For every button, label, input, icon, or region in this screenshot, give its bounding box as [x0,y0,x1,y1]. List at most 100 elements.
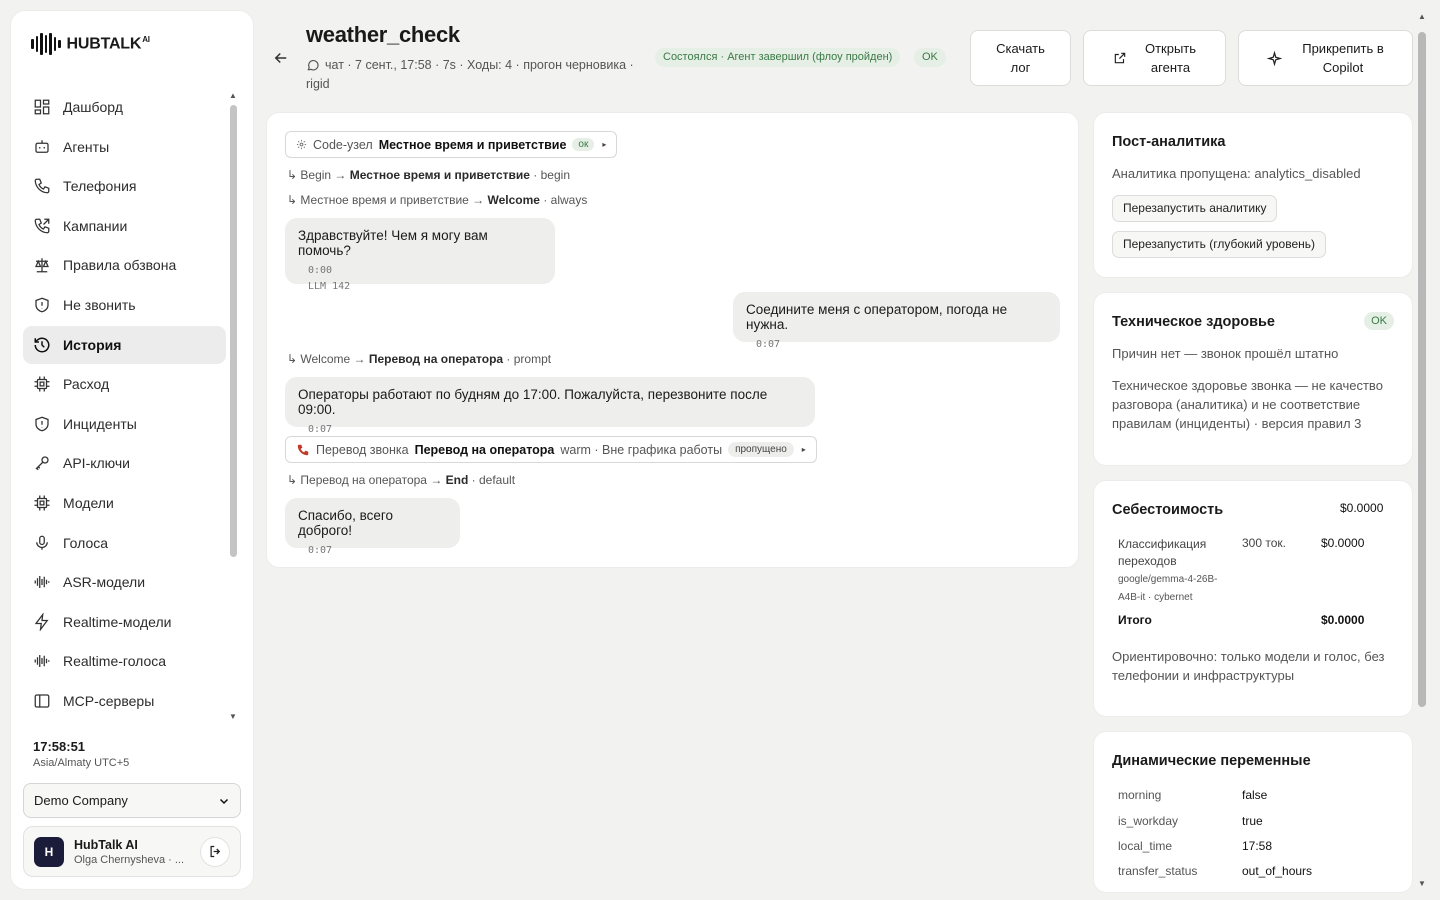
sidebar-item-label: Расход [63,376,110,393]
sidebar-item-dialing-rules[interactable]: Правила обзвона [23,246,226,284]
cost-item-value: $0.0000 [1321,536,1365,550]
scroll-down-arrow-icon[interactable]: ▼ [1418,879,1426,888]
sidebar-item-realtime-models[interactable]: Realtime-модели [23,603,226,641]
sidebar-item-api-keys[interactable]: API-ключи [23,444,226,482]
mic-icon [36,535,48,550]
variable-row: is_workday true [1118,814,1263,828]
shield-alert-icon [35,416,49,432]
sidebar: HUBTALKAI Дашборд Агенты Телефония Кампа… [11,11,253,889]
sidebar-item-asr-models[interactable]: ASR-модели [23,563,226,601]
download-log-button[interactable]: Скачать лог [970,30,1071,86]
message-timestamp: 0:07 [756,339,781,350]
chevron-down-icon [219,798,229,804]
cost-item-tokens: 300 ток. [1242,536,1286,550]
expand-triangle-icon[interactable]: ▸ [802,445,806,454]
sidebar-item-label: Дашборд [63,99,123,115]
logout-button[interactable] [200,836,230,867]
user-message: Соедините меня с оператором, погода не н… [733,292,1060,350]
variable-row: transfer_status out_of_hours [1118,864,1313,878]
message-timestamp: 0:00 LLM 142 [308,265,351,292]
sidebar-item-agents[interactable]: Агенты [23,128,226,166]
sidebar-item-voices[interactable]: Голоса [23,524,226,562]
cost-total-top: $0.0000 [1340,501,1384,515]
sidebar-item-dashboard[interactable]: Дашборд [23,88,226,126]
health-ok-badge: OK [1364,312,1394,330]
open-agent-button[interactable]: Открыть агента [1083,30,1226,86]
message-timestamp: 0:07 [308,545,333,556]
call-meta: чат · 7 сент., 17:58 · 7s · Ходы: 4 · пр… [306,56,651,94]
sidebar-item-usage[interactable]: Расход [23,365,226,403]
technical-health-panel: Техническое здоровье OK Причин нет — зво… [1094,293,1412,465]
history-icon [34,337,50,353]
analytics-status: Аналитика пропущена: analytics_disabled [1112,166,1361,181]
sidebar-item-label: API-ключи [63,455,130,472]
node-type: Code-узел [313,137,373,152]
cost-item-model: google/gemma-4-26B- A4B-it · cybernet [1118,574,1218,603]
rerun-analytics-button[interactable]: Перезапустить аналитику [1112,195,1278,222]
scroll-up-arrow-icon[interactable]: ▲ [229,91,237,100]
scroll-down-arrow-icon[interactable]: ▼ [229,712,237,721]
sidebar-item-mcp-servers[interactable]: MCP-серверы [23,682,226,720]
panel-title: Динамические переменные [1112,753,1311,769]
health-note: Техническое здоровье звонка — не качеств… [1112,378,1383,431]
company-select[interactable]: Demo Company [23,783,241,818]
dynamic-variables-panel: Динамические переменные morning false is_… [1094,732,1412,892]
ok-badge: OK [914,48,946,67]
user-card[interactable]: H HubTalk AI Olga Chernysheva · ... [23,826,241,877]
gear-icon [296,139,307,150]
waveform-icon [34,655,50,668]
pin-copilot-button[interactable]: Прикрепить в Copilot [1238,30,1413,86]
back-arrow-icon[interactable] [272,49,290,67]
variable-row: local_time 17:58 [1118,839,1273,853]
agent-message: Спасибо, всего доброго! 0:07 [285,498,460,556]
agent-message: Операторы работают по будням до 17:00. П… [285,377,815,435]
page-scrollbar[interactable]: ▲ ▼ [1418,12,1426,888]
message-text: Соедините меня с оператором, погода не н… [746,302,1008,332]
sidebar-item-do-not-call[interactable]: Не звонить [23,286,226,324]
sidebar-item-telephony[interactable]: Телефония [23,167,226,205]
rerun-deep-analytics-button[interactable]: Перезапустить (глубокий уровень) [1112,231,1326,258]
sidebar-item-label: Голоса [63,534,109,551]
code-node-chip[interactable]: Code-узел Местное время и приветствие ок… [285,131,618,158]
post-analytics-panel: Пост-аналитика Аналитика пропущена: anal… [1094,113,1412,277]
sidebar-item-label: MCP-серверы [63,692,155,709]
conversation-panel: Code-узел Местное время и приветствие ок… [267,113,1078,567]
sidebar-item-realtime-voices[interactable]: Realtime-голоса [23,642,226,680]
sidebar-item-incidents[interactable]: Инциденты [23,405,226,443]
node-detail: warm · Вне графика работы [560,442,723,457]
scrollbar-thumb[interactable] [1418,32,1426,707]
phone-icon [34,178,50,194]
sidebar-item-campaigns[interactable]: Кампании [23,207,226,245]
transition-line: ↳ Begin → Местное время и приветствие · … [287,168,570,182]
meta-mode: rigid [306,77,330,91]
node-type: Перевод звонка [316,442,409,457]
scroll-up-arrow-icon[interactable]: ▲ [1418,12,1426,21]
brand-logo[interactable]: HUBTALKAI [31,33,150,55]
agent-message: Здравствуйте! Чем я могу вам помочь? 0:0… [285,218,555,292]
waveform-icon [34,576,50,589]
sidebar-item-label: Не звонить [63,296,136,313]
sidebar-scrollbar[interactable]: ▲ ▼ [229,91,239,721]
scrollbar-thumb[interactable] [230,105,237,557]
node-status-badge: пропущено [728,442,794,457]
sidebar-item-history[interactable]: История [23,325,226,364]
sidebar-item-label: Инциденты [63,415,137,432]
key-icon [35,456,49,471]
sidebar-item-label: Агенты [63,138,110,155]
cost-total-label: Итого [1118,613,1152,627]
dashboard-icon [34,99,50,115]
variable-row: morning false [1118,788,1268,802]
status-badge: Состоялся · Агент завершил (флоу пройден… [655,48,901,67]
expand-triangle-icon[interactable]: ▸ [602,140,606,149]
sidebar-item-label: Телефония [63,178,137,195]
user-name: HubTalk AI [74,837,138,852]
panel-title: Техническое здоровье [1112,314,1275,330]
transfer-node-chip[interactable]: Перевод звонка Перевод на оператора warm… [285,436,817,463]
sparkle-icon [1267,50,1283,66]
clock: 17:58:51 Asia/Almaty UTC+5 [33,739,129,769]
bolt-icon [34,612,49,631]
chip-icon [34,495,50,511]
user-email: Olga Chernysheva · ... [74,853,185,866]
sidebar-item-models[interactable]: Модели [23,484,226,522]
message-text: Здравствуйте! Чем я могу вам помочь? [298,228,488,258]
